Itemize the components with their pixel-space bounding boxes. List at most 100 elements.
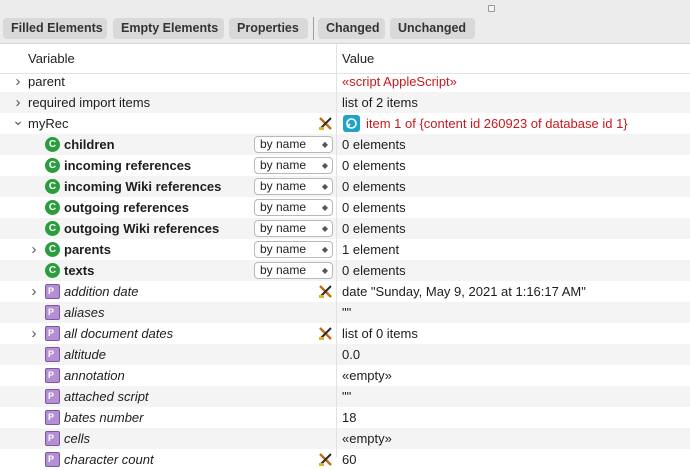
variable-name: parent <box>28 74 65 89</box>
changed-button[interactable]: Changed <box>318 18 385 39</box>
table-row[interactable]: Cincoming references by name ◆ 0 elements <box>0 155 690 176</box>
table-row[interactable]: aliases "" <box>0 302 690 323</box>
table-row[interactable]: attached script "" <box>0 386 690 407</box>
toolbar-separator <box>313 17 314 40</box>
column-divider <box>336 44 337 457</box>
variable-value[interactable]: item 1 of {content id 260923 of database… <box>366 113 628 134</box>
updown-arrows-icon: ◆ <box>321 182 328 191</box>
variable-name: incoming Wiki references <box>64 179 222 194</box>
variable-name: outgoing references <box>64 200 189 215</box>
element-selector[interactable]: by name ◆ <box>254 157 333 174</box>
class-icon: C <box>45 200 60 215</box>
variable-value[interactable]: "" <box>342 386 351 407</box>
variable-name: outgoing Wiki references <box>64 221 220 236</box>
empty-elements-button[interactable]: Empty Elements <box>113 18 224 39</box>
variable-column-header[interactable]: Variable <box>28 51 75 66</box>
variable-value[interactable]: "" <box>342 302 351 323</box>
chevron-right-icon[interactable]: › <box>27 239 41 260</box>
variable-value[interactable]: 0 elements <box>342 155 406 176</box>
table-row[interactable]: character count 60 <box>0 449 690 470</box>
table-row[interactable]: Ctexts by name ◆ 0 elements <box>0 260 690 281</box>
chevron-down-icon[interactable]: ⌄ <box>11 113 25 134</box>
properties-button[interactable]: Properties <box>229 18 308 39</box>
property-icon <box>45 449 60 470</box>
table-row[interactable]: Coutgoing references by name ◆ 0 elements <box>0 197 690 218</box>
variable-name: myRec <box>28 116 69 131</box>
variable-name: texts <box>64 263 95 278</box>
table-row[interactable]: › all document dates list of 0 items <box>0 323 690 344</box>
element-selector-value: by name <box>260 242 307 256</box>
element-selector-value: by name <box>260 263 307 277</box>
table-row[interactable]: ⌄ myRec item 1 of {content id 260923 of da… <box>0 113 690 134</box>
table-row[interactable]: bates number 18 <box>0 407 690 428</box>
element-selector-value: by name <box>260 221 307 235</box>
updown-arrows-icon: ◆ <box>321 266 328 275</box>
element-selector[interactable]: by name ◆ <box>254 262 333 279</box>
variable-name: incoming references <box>64 158 192 173</box>
chevron-right-icon[interactable]: › <box>11 92 25 113</box>
property-icon <box>45 365 60 386</box>
variable-value[interactable]: 18 <box>342 407 356 428</box>
table-row[interactable]: annotation «empty» <box>0 365 690 386</box>
variable-name: annotation <box>64 368 125 383</box>
element-selector[interactable]: by name ◆ <box>254 136 333 153</box>
table-row[interactable]: › required import items list of 2 items <box>0 92 690 113</box>
class-icon: C <box>45 158 60 173</box>
variable-value[interactable]: 1 element <box>342 239 399 260</box>
variable-value[interactable]: list of 2 items <box>342 92 418 113</box>
filled-elements-button[interactable]: Filled Elements <box>3 18 107 39</box>
element-selector[interactable]: by name ◆ <box>254 178 333 195</box>
table-row[interactable]: › parent «script AppleScript» <box>0 71 690 92</box>
class-icon: C <box>45 221 60 236</box>
edit-marker-icon <box>319 117 332 130</box>
class-icon: C <box>45 137 60 152</box>
table-row[interactable]: cells «empty» <box>0 428 690 449</box>
variable-value[interactable]: 0 elements <box>342 260 406 281</box>
edit-marker-icon <box>319 453 332 466</box>
element-selector-value: by name <box>260 179 307 193</box>
variable-name: altitude <box>64 347 106 362</box>
variable-value[interactable]: «empty» <box>342 365 392 386</box>
element-selector[interactable]: by name ◆ <box>254 199 333 216</box>
table-row[interactable]: Cchildren by name ◆ 0 elements <box>0 134 690 155</box>
toolbar: Filled Elements Empty Elements Propertie… <box>0 0 690 44</box>
variable-name: character count <box>64 452 154 467</box>
variable-value[interactable]: 0.0 <box>342 344 360 365</box>
variable-name: bates number <box>64 410 144 425</box>
variable-value[interactable]: «script AppleScript» <box>342 71 457 92</box>
table-row[interactable]: altitude 0.0 <box>0 344 690 365</box>
variable-value[interactable]: 60 <box>342 449 356 470</box>
variable-value[interactable]: «empty» <box>342 428 392 449</box>
class-icon: C <box>45 179 60 194</box>
variable-value[interactable]: list of 0 items <box>342 323 418 344</box>
property-icon <box>45 281 60 302</box>
updown-arrows-icon: ◆ <box>321 203 328 212</box>
element-selector[interactable]: by name ◆ <box>254 241 333 258</box>
table-row[interactable]: Cincoming Wiki references by name ◆ 0 eleme… <box>0 176 690 197</box>
window-grip-icon[interactable] <box>488 5 495 12</box>
class-icon: C <box>45 242 60 257</box>
chevron-right-icon[interactable]: › <box>27 323 41 344</box>
variable-name: addition date <box>64 284 139 299</box>
variable-value[interactable]: 0 elements <box>342 218 406 239</box>
element-selector[interactable]: by name ◆ <box>254 220 333 237</box>
variable-name: attached script <box>64 389 149 404</box>
element-selector-value: by name <box>260 200 307 214</box>
table-row[interactable]: Coutgoing Wiki references by name ◆ 0 eleme… <box>0 218 690 239</box>
variable-value[interactable]: date "Sunday, May 9, 2021 at 1:16:17 AM" <box>342 281 586 302</box>
variable-value[interactable]: 0 elements <box>342 134 406 155</box>
table-row[interactable]: › Cparents by name ◆ 1 element <box>0 239 690 260</box>
variable-name: children <box>64 137 115 152</box>
chevron-right-icon[interactable]: › <box>11 71 25 92</box>
chevron-right-icon[interactable]: › <box>27 281 41 302</box>
unchanged-button[interactable]: Unchanged <box>390 18 475 39</box>
variable-value[interactable]: 0 elements <box>342 197 406 218</box>
table-row[interactable]: › addition date date "Sunday, May 9, 2021 … <box>0 281 690 302</box>
variable-value[interactable]: 0 elements <box>342 176 406 197</box>
property-icon <box>45 386 60 407</box>
table-header: Variable Value <box>0 44 690 74</box>
updown-arrows-icon: ◆ <box>321 245 328 254</box>
property-icon <box>45 323 60 344</box>
value-column-header[interactable]: Value <box>342 51 374 66</box>
property-icon <box>45 344 60 365</box>
